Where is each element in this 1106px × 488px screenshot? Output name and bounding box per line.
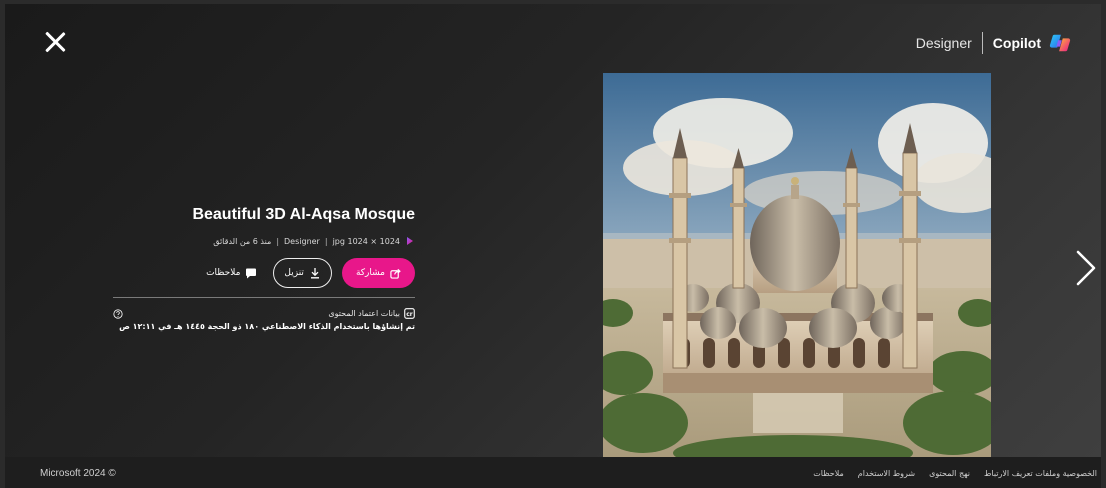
meta-separator-2: | [276,236,280,246]
content-credentials-detail: تم إنشاؤها باستخدام الذكاء الاصطناعي ١٨٠… [119,322,415,331]
download-icon [310,268,319,279]
image-source: Designer [284,236,320,246]
mosque-image [603,73,991,461]
image-actions: مشاركة تنزيل ملاحظات [113,258,415,288]
viewer-frame: Designer Copilot Beautiful 3D Al-Aqsa Mo… [5,4,1101,461]
content-credentials: cr بيانات اعتماد المحتوى [113,308,415,319]
footer-link-feedback[interactable]: ملاحظات [813,469,844,478]
share-label: مشاركة [355,268,385,278]
next-image-button[interactable] [1072,248,1100,288]
content-credentials-icon: cr [404,308,415,319]
download-button[interactable]: تنزيل [273,258,332,288]
close-button[interactable] [39,26,71,58]
image-meta: jpg 1024 × 1024 | Designer | منذ 6 من ال… [113,236,415,246]
brand-divider [981,32,983,54]
copyright: Microsoft 2024 © [40,468,116,479]
footer-link-terms[interactable]: شروط الاستخدام [858,469,915,478]
generated-image [603,73,991,461]
designer-label[interactable]: Designer [916,35,972,51]
copilot-label[interactable]: Copilot [993,35,1041,51]
share-button[interactable]: مشاركة [341,258,415,288]
designer-app-icon [407,237,413,245]
copilot-logo-icon [1049,34,1071,52]
brand-header: Designer Copilot [916,28,1071,58]
info-divider [113,297,415,298]
content-credentials-label: بيانات اعتماد المحتوى [328,309,400,318]
footer-link-content-policy[interactable]: نهج المحتوى [929,469,970,478]
image-age: منذ 6 من الدقائق [213,236,272,246]
image-info-panel: Beautiful 3D Al-Aqsa Mosque jpg 1024 × 1… [113,204,415,331]
feedback-button[interactable]: ملاحظات [200,268,263,279]
feedback-label: ملاحظات [206,268,241,278]
image-format: jpg 1024 × 1024 [332,236,400,246]
svg-text:cr: cr [406,311,413,318]
image-title: Beautiful 3D Al-Aqsa Mosque [192,206,415,223]
download-label: تنزيل [284,268,304,278]
meta-separator: | [324,236,328,246]
feedback-icon [246,268,257,278]
share-icon [390,268,401,279]
footer-link-privacy[interactable]: الخصوصية وملفات تعريف الارتباط [984,469,1097,478]
help-icon[interactable] [113,308,123,319]
footer-links: الخصوصية وملفات تعريف الارتباط نهج المحت… [813,469,1097,478]
footer: Microsoft 2024 © الخصوصية وملفات تعريف ا… [5,457,1101,488]
